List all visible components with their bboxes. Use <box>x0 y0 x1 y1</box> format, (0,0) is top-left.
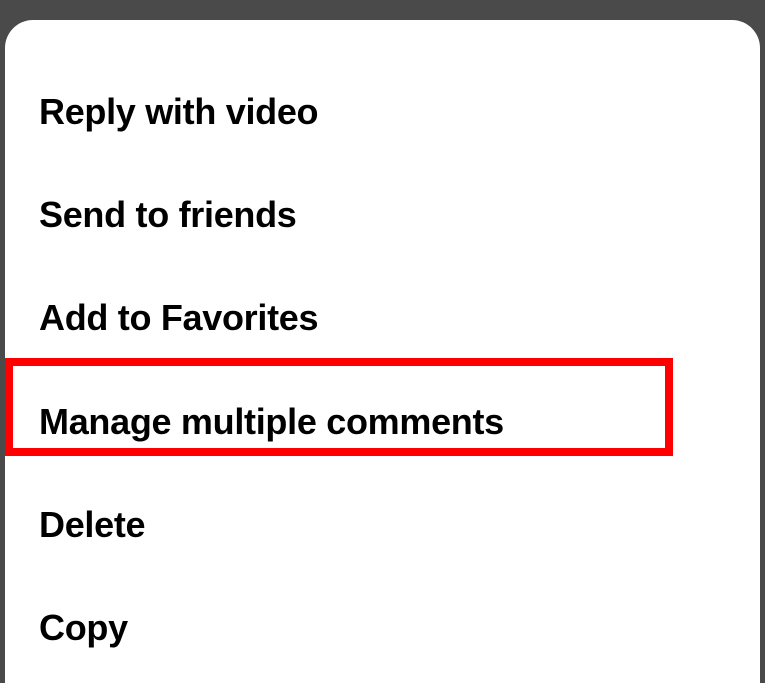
menu-item-reply-with-video[interactable]: Reply with video <box>5 60 760 163</box>
menu-item-add-to-favorites[interactable]: Add to Favorites <box>5 266 760 369</box>
menu-item-send-to-friends[interactable]: Send to friends <box>5 163 760 266</box>
menu-item-copy[interactable]: Copy <box>5 576 760 679</box>
menu-item-delete[interactable]: Delete <box>5 473 760 576</box>
action-sheet: Reply with video Send to friends Add to … <box>5 20 760 683</box>
menu-item-manage-multiple-comments[interactable]: Manage multiple comments <box>5 370 760 473</box>
